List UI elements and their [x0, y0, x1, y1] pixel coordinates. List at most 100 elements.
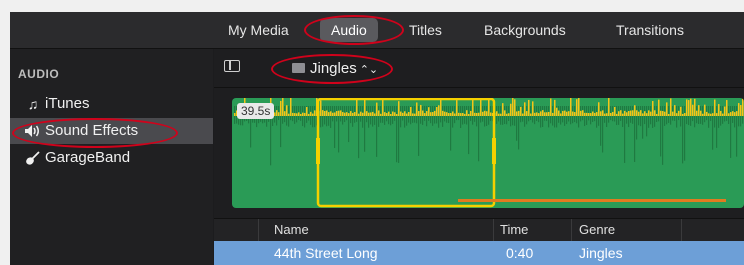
waveform-peak — [504, 110, 506, 116]
waveform-peak — [538, 113, 540, 116]
tab-my-media[interactable]: My Media — [228, 12, 289, 48]
waveform-peak — [446, 112, 448, 116]
waveform-peak — [430, 112, 432, 116]
waveform-peak — [294, 113, 296, 116]
sidebar-item-itunes[interactable]: ♫ iTunes — [10, 91, 213, 117]
waveform-peak — [512, 98, 514, 116]
waveform-peak — [724, 106, 726, 116]
waveform-peak — [614, 106, 616, 116]
waveform-bar — [372, 106, 374, 127]
waveform-peak — [604, 113, 606, 116]
waveform-peak — [730, 112, 732, 116]
waveform-bar — [640, 106, 642, 127]
waveform-peak — [362, 112, 364, 116]
media-tab-bar: My Media Audio Titles Backgrounds Transi… — [10, 12, 744, 49]
waveform-peak — [448, 113, 450, 116]
waveform-peak — [466, 110, 468, 116]
waveform-peak — [426, 111, 428, 116]
waveform-peak — [644, 111, 646, 116]
waveform-peak — [298, 112, 300, 116]
column-header-name[interactable]: Name — [274, 219, 309, 241]
audio-waveform[interactable]: 39.5s — [232, 98, 744, 208]
waveform-peak — [728, 113, 730, 116]
waveform-peak — [572, 111, 574, 116]
sidebar-item-garageband[interactable]: GarageBand — [10, 145, 213, 171]
waveform-peak — [648, 110, 650, 116]
tab-backgrounds[interactable]: Backgrounds — [484, 12, 566, 48]
waveform-peak — [382, 98, 384, 116]
waveform-bar — [710, 106, 712, 121]
waveform-peak — [638, 111, 640, 116]
waveform-peak — [234, 113, 236, 116]
tab-transitions[interactable]: Transitions — [616, 12, 684, 48]
column-header-time[interactable]: Time — [500, 219, 528, 241]
waveform-peak — [598, 102, 600, 116]
waveform-peak — [606, 113, 608, 116]
waveform-peak — [738, 103, 740, 116]
music-note-icon: ♫ — [27, 96, 39, 112]
waveform-peak — [610, 113, 612, 116]
waveform-bar — [484, 106, 486, 127]
sidebar-toggle-icon[interactable] — [224, 60, 240, 72]
waveform-bar — [330, 106, 332, 128]
waveform-peak — [568, 111, 570, 116]
waveform-peak — [660, 110, 662, 116]
folder-selector[interactable]: Jingles ⌃⌄ — [292, 58, 378, 80]
waveform-peak — [596, 112, 598, 116]
waveform-peak — [340, 110, 342, 116]
waveform-peak — [292, 112, 294, 116]
waveform-peak — [526, 111, 528, 116]
waveform-peak — [540, 111, 542, 116]
sidebar-item-label: iTunes — [45, 95, 90, 112]
column-header-genre[interactable]: Genre — [579, 219, 615, 241]
sidebar-item-sound-effects[interactable]: Sound Effects — [10, 118, 213, 144]
waveform-peak — [626, 112, 628, 116]
waveform-peak — [402, 112, 404, 116]
waveform-peak — [400, 111, 402, 116]
tab-titles[interactable]: Titles — [409, 12, 442, 48]
waveform-peak — [506, 113, 508, 116]
waveform-peak — [334, 112, 336, 116]
waveform-peak — [740, 105, 742, 116]
waveform-peak — [358, 113, 360, 116]
waveform-peak — [552, 112, 554, 116]
waveform-bar — [362, 106, 364, 128]
waveform-bar — [628, 106, 630, 128]
sidebar-heading: AUDIO — [18, 67, 60, 81]
waveform-peak — [360, 111, 362, 116]
waveform-peak — [574, 112, 576, 116]
waveform-peak — [392, 111, 394, 116]
waveform-peak — [642, 113, 644, 116]
waveform-peak — [282, 98, 284, 116]
waveform-peak — [674, 105, 676, 116]
waveform-peak — [304, 112, 306, 116]
waveform-peak — [686, 99, 688, 116]
waveform-bar — [648, 106, 650, 128]
waveform-peak — [640, 110, 642, 116]
waveform-peak — [342, 112, 344, 116]
waveform-peak — [616, 113, 618, 116]
waveform-peak — [366, 111, 368, 116]
waveform-bar — [452, 106, 454, 128]
waveform-peak — [602, 110, 604, 116]
waveform-peak — [656, 113, 658, 116]
waveform-bar — [606, 106, 608, 127]
chevron-updown-icon: ⌃⌄ — [359, 64, 379, 76]
waveform-peak — [356, 98, 358, 116]
waveform-peak — [736, 111, 738, 116]
tab-audio[interactable]: Audio — [320, 12, 378, 48]
waveform-bar — [326, 106, 328, 127]
cell-genre: Jingles — [579, 245, 623, 261]
waveform-peak — [510, 103, 512, 116]
waveform-peak — [624, 110, 626, 116]
waveform-peak — [350, 111, 352, 116]
waveform-peak — [652, 101, 654, 116]
waveform-peak — [710, 113, 712, 116]
waveform-peak — [496, 111, 498, 116]
waveform-peak — [676, 113, 678, 116]
waveform-peak — [380, 113, 382, 116]
waveform-peak — [390, 113, 392, 116]
waveform-peak — [588, 113, 590, 116]
waveform-peak — [528, 99, 530, 116]
table-row[interactable]: 44th Street Long 0:40 Jingles — [214, 241, 744, 265]
